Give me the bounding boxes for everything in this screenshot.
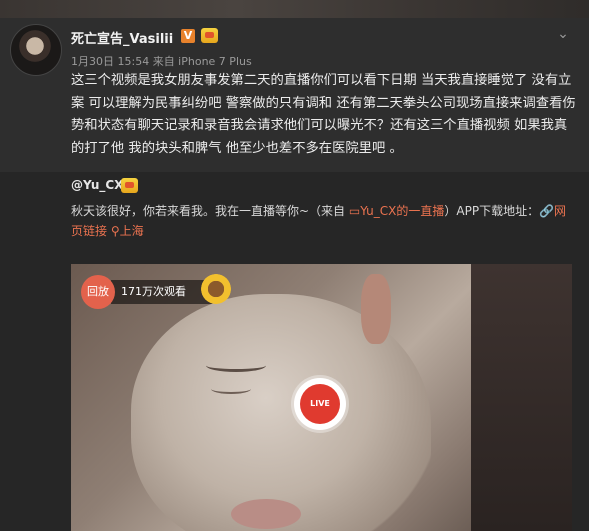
video-player[interactable]: 171万次观看 回放 LIVE [71, 264, 572, 531]
avatar[interactable] [10, 24, 62, 76]
chevron-down-icon[interactable]: ⌄ [553, 24, 573, 44]
video-frame-lips [231, 499, 301, 529]
weibo-post-card: ⌄ 死亡宣告_Vasilii V 1月30日 15:54 来自 iPhone 7… [0, 18, 589, 531]
sunflower-icon [201, 274, 231, 304]
video-frame-ear [361, 274, 391, 344]
post-username[interactable]: 死亡宣告_Vasilii [71, 28, 173, 47]
post-meta: 1月30日 15:54 来自 iPhone 7 Plus [71, 55, 252, 68]
location-link[interactable]: 上海 [120, 224, 144, 238]
link-icon: 🔗 [539, 204, 555, 218]
repost-text-before: 秋天该很好，你若来看我。我在一直播等你~（来自 [71, 204, 349, 218]
video-frame-eye [211, 384, 251, 394]
link-source[interactable]: Yu_CX的一直播 [360, 204, 444, 218]
video-frame-eye [206, 359, 266, 372]
replay-badge: 回放 [81, 275, 115, 309]
repost-username[interactable]: @Yu_CX [71, 178, 123, 192]
video-source-icon: ▭ [348, 204, 361, 218]
vip-crown-icon [201, 28, 218, 43]
live-camera-icon: LIVE [300, 384, 340, 424]
vip-crown-icon [121, 178, 138, 193]
verified-badge-icon: V [181, 29, 195, 43]
post-text: 这三个视频是我女朋友事发第二天的直播你们可以看下日期 当天我直接睡觉了 没有立案… [71, 73, 576, 156]
location-pin-icon: ⚲ [110, 224, 120, 238]
video-frame-hair [471, 264, 572, 531]
reposted-content: @Yu_CX 秋天该很好，你若来看我。我在一直播等你~（来自 ▭Yu_CX的一直… [0, 172, 589, 531]
live-play-button[interactable]: LIVE [294, 378, 346, 430]
previous-post-strip [0, 0, 589, 18]
repost-text-middle: ）APP下载地址： [444, 204, 540, 218]
repost-text: 秋天该很好，你若来看我。我在一直播等你~（来自 ▭Yu_CX的一直播）APP下载… [71, 201, 576, 241]
